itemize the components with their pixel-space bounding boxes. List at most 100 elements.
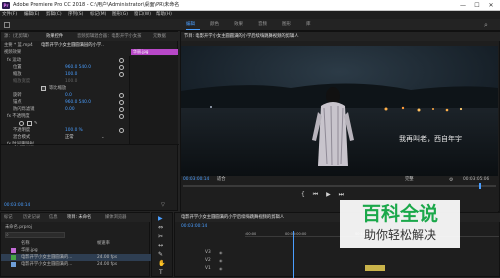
menu-window[interactable]: 窗口(W) bbox=[134, 11, 151, 19]
effect-row-scale[interactable]: 缩放 100.0 bbox=[1, 71, 129, 78]
tab-sequence[interactable]: 电影开学小女主圆圆满的小学后续嗨跳舞视频的剪辑人 bbox=[181, 213, 284, 222]
reset-icon[interactable] bbox=[119, 72, 124, 77]
reset-icon[interactable] bbox=[119, 128, 124, 133]
eye-icon[interactable]: ◉ bbox=[219, 257, 223, 264]
effect-keyframe-area[interactable] bbox=[129, 56, 178, 144]
menu-edit[interactable]: 编辑(E) bbox=[24, 11, 39, 19]
list-item[interactable]: 电影开学小女主圆圆满的... 24.00 fps bbox=[1, 254, 151, 261]
workspace-color[interactable]: 颜色 bbox=[210, 19, 219, 31]
step-back-icon[interactable]: ⏮ bbox=[313, 191, 318, 198]
effect-row-uniform-scale[interactable]: 等比缩放 bbox=[1, 85, 129, 92]
timeline-timecode[interactable]: 00:03:00:14 bbox=[181, 223, 207, 230]
effect-row-rotation[interactable]: 旋转 0.0 bbox=[1, 92, 129, 99]
program-tabbar: 节目: 电影开学小女主圆圆满的小学后续嗨跳舞视频的剪辑人 bbox=[181, 32, 500, 41]
workspace-graphics[interactable]: 图形 bbox=[282, 19, 291, 31]
list-item[interactable]: 电影开学小女主圆圆满的... 24.00 fps bbox=[1, 261, 151, 268]
reset-icon[interactable] bbox=[119, 107, 124, 112]
tab-project[interactable]: 项目: 未命名 bbox=[67, 213, 91, 222]
program-timecode[interactable]: 00:03:00:14 bbox=[183, 176, 209, 184]
effect-breadcrumb[interactable]: 主要 * 蓝.mp4 bbox=[4, 42, 33, 49]
slip-tool-icon[interactable]: ↔ bbox=[158, 242, 163, 249]
reset-icon[interactable] bbox=[119, 100, 124, 105]
hand-tool-icon[interactable]: ✋ bbox=[158, 260, 165, 267]
workspace-effects[interactable]: 效果 bbox=[234, 19, 243, 31]
program-playhead[interactable] bbox=[479, 183, 481, 189]
program-video-frame[interactable]: 我再叫老，西自年宇 bbox=[181, 46, 498, 176]
selection-tool-icon[interactable]: ▶ bbox=[158, 215, 163, 222]
reset-icon[interactable] bbox=[119, 114, 124, 119]
effect-row-opacity-value[interactable]: 不透明度 100.0 % bbox=[1, 127, 129, 134]
reset-icon[interactable] bbox=[119, 65, 124, 70]
effect-clip-name[interactable]: 电影开学小女主圆圆满园的小学.. bbox=[41, 42, 104, 49]
workspace-libraries[interactable]: 库 bbox=[306, 19, 311, 31]
tab-source[interactable]: 源：(无剪辑) bbox=[4, 32, 29, 41]
tab-metadata[interactable]: 元数据 bbox=[153, 32, 166, 41]
timeline-clip[interactable] bbox=[365, 265, 385, 271]
menu-file[interactable]: 文件(F) bbox=[2, 11, 17, 19]
tab-markers[interactable]: 标记 bbox=[4, 213, 13, 222]
video-still bbox=[181, 46, 498, 176]
close-button[interactable]: ✕ bbox=[484, 1, 498, 10]
tab-program[interactable]: 节目: 电影开学小女主圆圆满的小学后续嗨跳舞视频的剪辑人 bbox=[184, 32, 299, 41]
effect-timecode[interactable]: 00:03:00:14 bbox=[4, 202, 30, 209]
program-scrub-bar[interactable] bbox=[183, 185, 496, 187]
label-color-swatch[interactable] bbox=[11, 248, 16, 253]
razor-tool-icon[interactable]: ✂ bbox=[158, 233, 163, 240]
effect-row-scale-width[interactable]: 缩放宽度 100.0 bbox=[1, 78, 129, 85]
track-clip-label[interactable]: 华丽.jpg bbox=[131, 49, 178, 55]
rectangle-mask-icon[interactable] bbox=[27, 121, 32, 126]
tab-effect-controls[interactable]: 效果控件 bbox=[46, 32, 63, 41]
chevron-down-icon[interactable]: ⌄ bbox=[101, 134, 105, 141]
maximize-button[interactable]: ☐ bbox=[470, 1, 484, 10]
label-color-swatch[interactable] bbox=[11, 255, 16, 260]
type-tool-icon[interactable]: T bbox=[159, 269, 163, 276]
search-icon[interactable]: ⌕ bbox=[484, 21, 488, 30]
tab-media-browser[interactable]: 媒体浏览器 bbox=[105, 213, 126, 222]
pen-mask-icon[interactable]: ✎ bbox=[34, 120, 38, 127]
effect-row-anchor[interactable]: 锚点 960.0 540.0 bbox=[1, 99, 129, 106]
track-select-tool-icon[interactable]: ⇔ bbox=[158, 224, 163, 231]
eye-icon[interactable]: ◉ bbox=[219, 265, 223, 272]
uniform-scale-checkbox[interactable] bbox=[41, 86, 46, 91]
fit-select[interactable]: 适合 bbox=[217, 176, 226, 184]
filter-icon[interactable]: ▽ bbox=[161, 202, 165, 208]
tab-audio-mixer[interactable]: 音频剪辑混合器：电影开学小女孩 bbox=[77, 32, 141, 41]
track-v2: V2 ◉ bbox=[205, 257, 223, 264]
menu-help[interactable]: 帮助(H) bbox=[156, 11, 172, 19]
step-forward-icon[interactable]: ⏭ bbox=[339, 191, 344, 198]
active-workspace-underline bbox=[186, 29, 200, 30]
menu-sequence[interactable]: 序列(S) bbox=[68, 11, 83, 19]
column-name[interactable]: 名称 bbox=[21, 240, 30, 247]
effect-row-motion[interactable]: fx 运动 bbox=[1, 57, 129, 64]
effect-row-blend-mode[interactable]: 混合模式 正常 ⌄ bbox=[1, 134, 129, 141]
blend-mode-select[interactable]: 正常 bbox=[65, 134, 74, 141]
effect-row-mask-tools[interactable]: ✎ bbox=[1, 120, 129, 127]
play-icon[interactable]: ▶ bbox=[326, 191, 331, 198]
minimize-button[interactable]: — bbox=[456, 1, 470, 10]
menu-clip[interactable]: 剪辑(C) bbox=[46, 11, 62, 19]
pen-tool-icon[interactable]: ✎ bbox=[158, 251, 163, 258]
project-search-input[interactable] bbox=[5, 232, 65, 238]
effect-row-opacity[interactable]: fx 不透明度 bbox=[1, 113, 129, 120]
home-icon[interactable] bbox=[4, 22, 10, 28]
eye-icon[interactable]: ◉ bbox=[219, 249, 223, 256]
label-color-swatch[interactable] bbox=[11, 262, 16, 267]
workspace-bar: 编辑 颜色 效果 音频 图形 库 ⌕ bbox=[0, 19, 500, 31]
reset-icon[interactable] bbox=[119, 58, 124, 63]
reset-icon[interactable] bbox=[119, 93, 124, 98]
mark-in-icon[interactable]: { bbox=[301, 191, 305, 198]
tab-history[interactable]: 历史记录 bbox=[23, 213, 40, 222]
menu-marker[interactable]: 标记(M) bbox=[90, 11, 106, 19]
project-file-name: 未命名.prproj bbox=[5, 225, 32, 230]
column-frame-rate[interactable]: 帧速率 bbox=[97, 240, 110, 247]
quality-select[interactable]: 完整 bbox=[405, 176, 414, 184]
workspace-audio[interactable]: 音频 bbox=[258, 19, 267, 31]
list-item[interactable]: 华丽.jpg bbox=[1, 247, 151, 254]
tab-info[interactable]: 信息 bbox=[49, 213, 58, 222]
ellipse-mask-icon[interactable] bbox=[19, 121, 24, 126]
effect-row-antiflicker[interactable]: 防闪烁滤镜 0.00 bbox=[1, 106, 129, 113]
wrench-icon[interactable]: ⚙ bbox=[449, 176, 453, 184]
effect-row-position[interactable]: 位置 960.0 540.0 bbox=[1, 64, 129, 71]
menu-graphics[interactable]: 图形(G) bbox=[112, 11, 128, 19]
menu-bar: 文件(F) 编辑(E) 剪辑(C) 序列(S) 标记(M) 图形(G) 窗口(W… bbox=[0, 11, 500, 19]
